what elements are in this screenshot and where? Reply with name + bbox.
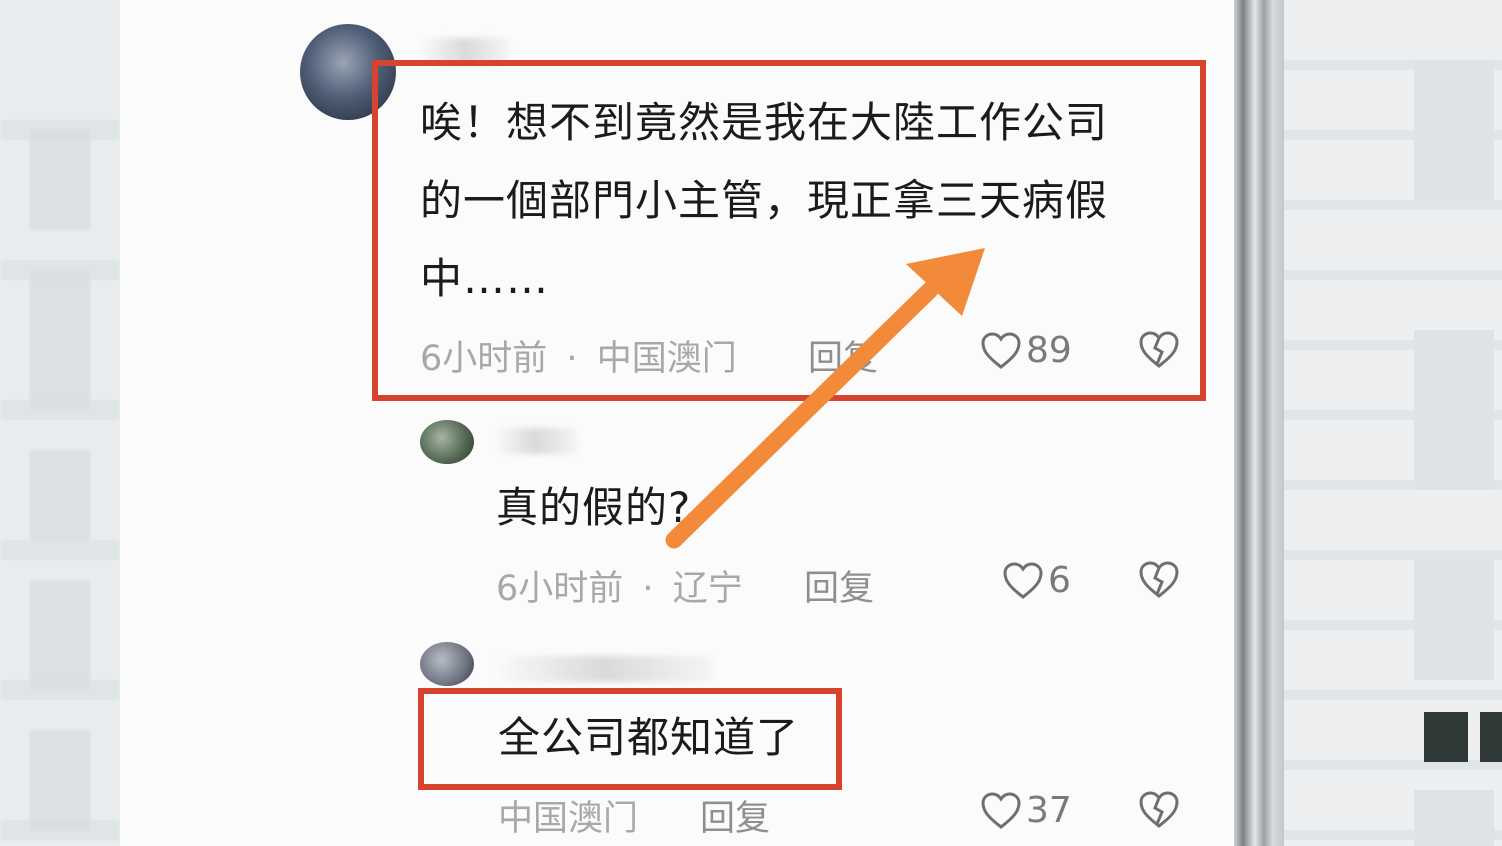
- background-left-building: [0, 0, 120, 846]
- comment-time: 6小时前: [496, 569, 624, 609]
- comment-text: 真的假的?: [496, 483, 692, 532]
- comment-meta: 6小时前 · 辽宁: [496, 560, 743, 611]
- comment-meta: 中国澳门: [498, 790, 638, 841]
- username-blurred[interactable]: [494, 656, 714, 682]
- dislike-button[interactable]: [1138, 560, 1180, 600]
- highlight-box: [372, 60, 1206, 401]
- comment-location: 辽宁: [672, 569, 743, 609]
- like-button[interactable]: 37: [980, 790, 1072, 831]
- dislike-button[interactable]: [1138, 790, 1180, 830]
- avatar[interactable]: [420, 642, 474, 686]
- comment-location: 中国澳门: [498, 799, 639, 839]
- highlight-box: [418, 688, 842, 790]
- reply-button[interactable]: 回复: [700, 790, 770, 841]
- heart-like-icon: [1002, 561, 1044, 601]
- like-count: 6: [1048, 560, 1071, 601]
- meta-separator: ·: [642, 569, 654, 609]
- broken-heart-dislike-icon: [1138, 560, 1180, 600]
- broken-heart-dislike-icon: [1138, 790, 1180, 830]
- avatar[interactable]: [420, 420, 474, 464]
- background-pole: [1234, 0, 1284, 846]
- like-button[interactable]: 6: [1002, 560, 1071, 601]
- username-blurred[interactable]: [494, 428, 578, 454]
- like-count: 37: [1026, 790, 1072, 831]
- reply-button[interactable]: 回复: [804, 560, 874, 611]
- heart-like-icon: [980, 791, 1022, 831]
- background-right-building: [1284, 0, 1502, 846]
